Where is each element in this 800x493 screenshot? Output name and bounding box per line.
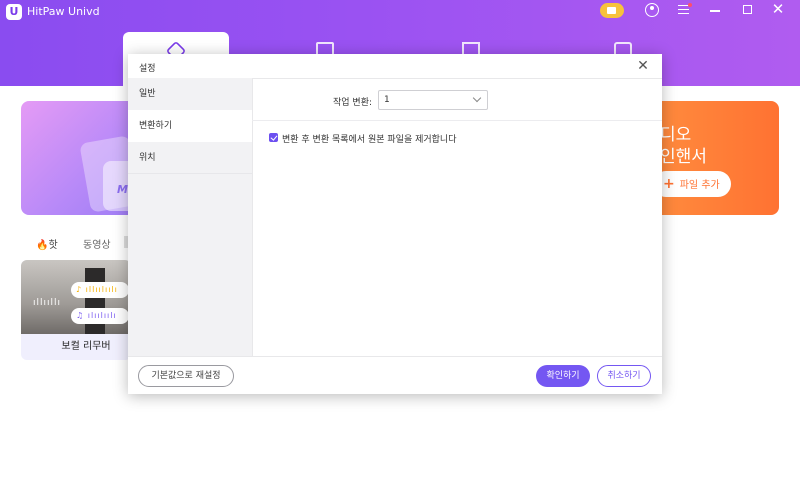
- add-file-button[interactable]: + 파일 추가: [653, 171, 731, 197]
- divider: [252, 78, 662, 79]
- add-file-label: 파일 추가: [679, 180, 720, 191]
- app-logo: U: [6, 4, 22, 20]
- feature-card-vocal-remover[interactable]: ıllııllı ♪ ıllıılıılı ♫ ılıılıılı 보컬 리무버: [21, 260, 131, 360]
- chevron-down-icon: [472, 93, 482, 103]
- dialog-title: 설정: [139, 64, 156, 74]
- maximize-icon[interactable]: [743, 5, 752, 14]
- divider: [252, 120, 662, 121]
- user-icon[interactable]: [645, 3, 659, 17]
- menu-icon[interactable]: [678, 5, 689, 14]
- task-convert-label: 작업 변환:: [333, 98, 373, 108]
- waveform-left: ıllııllı: [33, 298, 62, 308]
- close-window-icon[interactable]: ✕: [770, 0, 786, 18]
- notification-dot: [688, 3, 692, 7]
- sidebar-item-general[interactable]: 일반: [128, 78, 252, 110]
- confirm-button[interactable]: 확인하기: [536, 365, 590, 387]
- sidebar-item-location[interactable]: 위치: [128, 142, 252, 174]
- flame-icon: 🔥: [36, 240, 49, 251]
- app-title: HitPaw Univd: [27, 5, 100, 18]
- category-video[interactable]: 동영상: [83, 236, 111, 251]
- settings-dialog: 설정 ✕ 일반 변환하기 위치 작업 변환: 1 변환 후 변환 목록에서 원본…: [128, 54, 662, 394]
- instrument-wave-pill: ♫ ılıılıılı: [71, 308, 129, 324]
- feature-thumbnail: ıllııllı ♪ ıllıılıılı ♫ ılıılıılı: [21, 260, 131, 334]
- feature-card-title: 보컬 리무버: [61, 341, 111, 352]
- gift-icon[interactable]: [600, 3, 624, 18]
- reset-defaults-button[interactable]: 기본값으로 재설정: [138, 365, 234, 387]
- remove-after-convert-checkbox[interactable]: [269, 133, 278, 142]
- minimize-icon[interactable]: [710, 10, 720, 12]
- close-icon[interactable]: ✕: [634, 57, 652, 75]
- promo-banner-left: MP: [21, 101, 131, 215]
- category-hot[interactable]: 🔥핫: [36, 236, 58, 251]
- vocal-wave-pill: ♪ ıllıılıılı: [71, 282, 129, 298]
- plus-icon: +: [663, 176, 675, 192]
- banner-title-line2: 인핸서: [660, 147, 707, 167]
- sidebar-item-convert[interactable]: 변환하기: [128, 110, 252, 142]
- category-hot-label: 핫: [48, 240, 58, 251]
- task-convert-select[interactable]: 1: [378, 90, 488, 110]
- remove-after-convert-label[interactable]: 변환 후 변환 목록에서 원본 파일을 제거합니다: [282, 132, 457, 145]
- task-convert-value: 1: [384, 95, 390, 105]
- thumbnail-door: [85, 268, 105, 334]
- settings-sidebar: 일반 변환하기 위치: [128, 78, 252, 356]
- cancel-button[interactable]: 취소하기: [597, 365, 651, 387]
- divider: [128, 356, 662, 357]
